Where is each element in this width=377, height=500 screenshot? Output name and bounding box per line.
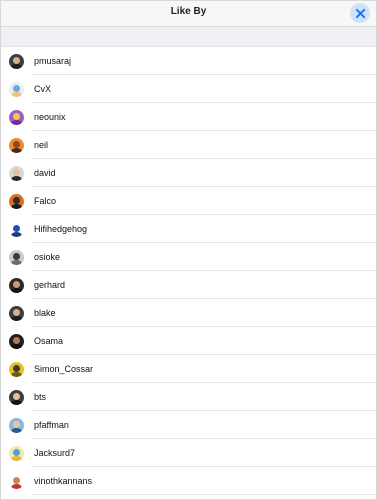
- user-row[interactable]: neounix: [1, 103, 376, 131]
- user-avatar[interactable]: [9, 417, 24, 433]
- user-row[interactable]: osioke: [1, 243, 376, 271]
- close-button[interactable]: [350, 3, 370, 23]
- user-row[interactable]: pmusaraj: [1, 47, 376, 75]
- user-list: pmusaraj CvX neounix neil david Falco Hifihedg…: [1, 47, 376, 495]
- user-row[interactable]: Hifihedgehog: [1, 215, 376, 243]
- user-avatar[interactable]: [9, 193, 24, 209]
- username[interactable]: neil: [34, 140, 48, 150]
- user-avatar[interactable]: [9, 249, 24, 265]
- like-by-modal: Like By pmusaraj CvX neounix neil david Falco…: [0, 0, 377, 500]
- username[interactable]: Simon_Cossar: [34, 364, 93, 374]
- user-avatar[interactable]: [9, 221, 24, 237]
- user-row[interactable]: gerhard: [1, 271, 376, 299]
- username[interactable]: blake: [34, 308, 56, 318]
- list-header-gap: [1, 27, 376, 47]
- user-avatar[interactable]: [9, 277, 24, 293]
- username[interactable]: Osama: [34, 336, 63, 346]
- user-row[interactable]: pfaffman: [1, 411, 376, 439]
- username[interactable]: osioke: [34, 252, 60, 262]
- user-avatar[interactable]: [9, 81, 24, 97]
- user-row[interactable]: neil: [1, 131, 376, 159]
- user-row[interactable]: david: [1, 159, 376, 187]
- username[interactable]: Hifihedgehog: [34, 224, 87, 234]
- username[interactable]: david: [34, 168, 56, 178]
- user-avatar[interactable]: [9, 53, 24, 69]
- user-avatar[interactable]: [9, 109, 24, 125]
- username[interactable]: Falco: [34, 196, 56, 206]
- user-avatar[interactable]: [9, 137, 24, 153]
- user-avatar[interactable]: [9, 305, 24, 321]
- user-row[interactable]: CvX: [1, 75, 376, 103]
- user-row[interactable]: Osama: [1, 327, 376, 355]
- user-row[interactable]: Simon_Cossar: [1, 355, 376, 383]
- close-icon: [355, 8, 365, 18]
- user-avatar[interactable]: [9, 389, 24, 405]
- user-row[interactable]: bts: [1, 383, 376, 411]
- username[interactable]: pmusaraj: [34, 56, 71, 66]
- user-avatar[interactable]: [9, 473, 24, 489]
- username[interactable]: CvX: [34, 84, 51, 94]
- user-row[interactable]: vinothkannans: [1, 467, 376, 495]
- modal-title: Like By: [170, 6, 207, 17]
- user-row[interactable]: Falco: [1, 187, 376, 215]
- modal-header: Like By: [1, 1, 376, 27]
- username[interactable]: pfaffman: [34, 420, 69, 430]
- username[interactable]: neounix: [34, 112, 66, 122]
- user-row[interactable]: blake: [1, 299, 376, 327]
- username[interactable]: vinothkannans: [34, 476, 92, 486]
- username[interactable]: bts: [34, 392, 46, 402]
- user-avatar[interactable]: [9, 361, 24, 377]
- user-avatar[interactable]: [9, 445, 24, 461]
- user-avatar[interactable]: [9, 333, 24, 349]
- username[interactable]: gerhard: [34, 280, 65, 290]
- user-avatar[interactable]: [9, 165, 24, 181]
- user-row[interactable]: Jacksurd7: [1, 439, 376, 467]
- username[interactable]: Jacksurd7: [34, 448, 75, 458]
